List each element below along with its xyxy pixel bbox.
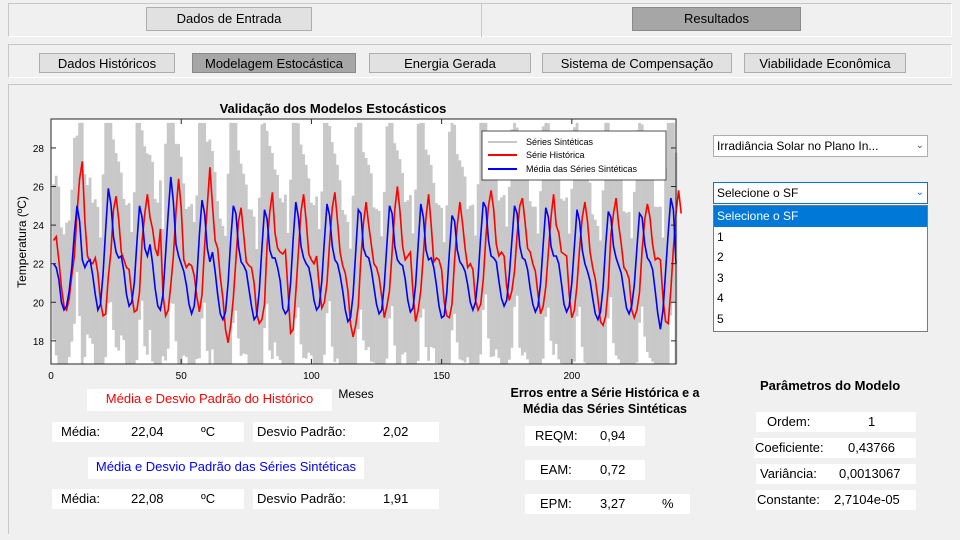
params-title: Parâmetros do Modelo xyxy=(760,378,901,393)
historic-mean-value: 22,04 xyxy=(131,424,164,439)
variance-value: 0,0013067 xyxy=(839,466,901,481)
synthetic-std-value: 1,91 xyxy=(383,491,409,506)
x-axis-label: Meses xyxy=(338,387,373,401)
chart-legend: Séries Sintéticas Série Histórica Média … xyxy=(481,130,667,181)
epm-unit: % xyxy=(662,496,674,511)
sf-select[interactable]: Selecione o SF ⌄ xyxy=(713,182,928,204)
historic-stats-title: Média e Desvio Padrão do Histórico xyxy=(87,389,332,411)
sf-select-value: Selecione o SF xyxy=(717,186,799,200)
x-tick-label: 0 xyxy=(48,371,54,382)
variable-select-value: Irradiância Solar no Plano In... xyxy=(717,139,879,153)
historic-mean-unit: ºC xyxy=(201,424,216,439)
synthetic-stats-title: Média e Desvio Padrão das Séries Sintéti… xyxy=(88,457,364,479)
top-divider xyxy=(481,3,482,37)
chevron-down-icon[interactable]: ⌄ xyxy=(916,136,924,156)
synthetic-mean-label: Média: xyxy=(61,491,101,506)
eam-value: 0,72 xyxy=(600,462,626,477)
coefficient-value: 0,43766 xyxy=(848,440,895,455)
tab-generated-energy[interactable]: Energia Gerada xyxy=(369,53,531,73)
legend-label-mean: Média das Séries Sintéticas xyxy=(526,164,638,174)
eam-label: EAM: xyxy=(540,462,572,477)
order-label: Ordem: xyxy=(767,414,811,429)
coefficient-label: Coeficiente: xyxy=(755,440,824,455)
sf-option-5[interactable]: 5 xyxy=(714,309,927,330)
x-tick-label: 50 xyxy=(176,371,188,382)
y-axis-label: Temperatura (ºC) xyxy=(15,196,29,288)
legend-label-historical: Série Histórica xyxy=(526,150,585,160)
y-tick-label: 18 xyxy=(33,337,45,348)
synthetic-mean-value: 22,08 xyxy=(131,491,164,506)
x-tick-label: 100 xyxy=(303,371,320,382)
tab-historical-data[interactable]: Dados Históricos xyxy=(39,53,175,73)
y-tick-label: 28 xyxy=(33,144,45,155)
reqm-label: REQM: xyxy=(535,428,578,443)
historic-mean-label: Média: xyxy=(61,424,101,439)
input-data-button[interactable]: Dados de Entrada xyxy=(146,7,312,31)
synthetic-std-label: Desvio Padrão: xyxy=(257,491,346,506)
x-tick-label: 150 xyxy=(433,371,450,382)
tab-compensation-system[interactable]: Sistema de Compensação xyxy=(542,53,732,73)
errors-title-line1: Erros entre a Série Histórica e a xyxy=(510,386,700,400)
tab-stochastic-modeling[interactable]: Modelagem Estocástica xyxy=(192,53,356,73)
sf-option-3[interactable]: 3 xyxy=(714,268,927,289)
historic-std-value: 2,02 xyxy=(383,424,409,439)
chart-title: Validação dos Modelos Estocásticos xyxy=(220,101,447,116)
constant-label: Constante: xyxy=(757,492,820,507)
legend-label-synthetic: Séries Sintéticas xyxy=(526,137,594,147)
synthetic-mean-unit: ºC xyxy=(201,491,216,506)
validation-chart: Validação dos Modelos Estocásticos 0 50 10… xyxy=(15,101,682,401)
chevron-down-icon[interactable]: ⌄ xyxy=(916,183,924,203)
sf-option-placeholder[interactable]: Selecione o SF xyxy=(714,206,927,227)
y-tick-label: 26 xyxy=(33,183,45,194)
y-tick-label: 20 xyxy=(33,298,45,309)
historic-std-label: Desvio Padrão: xyxy=(257,424,346,439)
tab-economic-viability[interactable]: Viabilidade Econômica xyxy=(744,53,906,73)
sf-options-list: Selecione o SF 1 2 3 4 5 xyxy=(713,205,928,332)
x-tick-label: 200 xyxy=(563,371,580,382)
sf-option-2[interactable]: 2 xyxy=(714,247,927,268)
constant-value: 2,7104e-05 xyxy=(834,492,900,507)
results-button[interactable]: Resultados xyxy=(632,7,801,31)
epm-label: EPM: xyxy=(540,496,572,511)
y-tick-label: 22 xyxy=(33,260,45,271)
errors-title-line2: Média das Séries Sintéticas xyxy=(523,402,687,416)
sf-option-1[interactable]: 1 xyxy=(714,227,927,248)
order-value: 1 xyxy=(868,414,876,429)
sf-option-4[interactable]: 4 xyxy=(714,288,927,309)
reqm-value: 0,94 xyxy=(600,428,626,443)
variance-label: Variância: xyxy=(760,466,817,481)
epm-value: 3,27 xyxy=(600,496,626,511)
variable-select[interactable]: Irradiância Solar no Plano In... ⌄ xyxy=(713,135,928,157)
y-tick-label: 24 xyxy=(33,221,45,232)
